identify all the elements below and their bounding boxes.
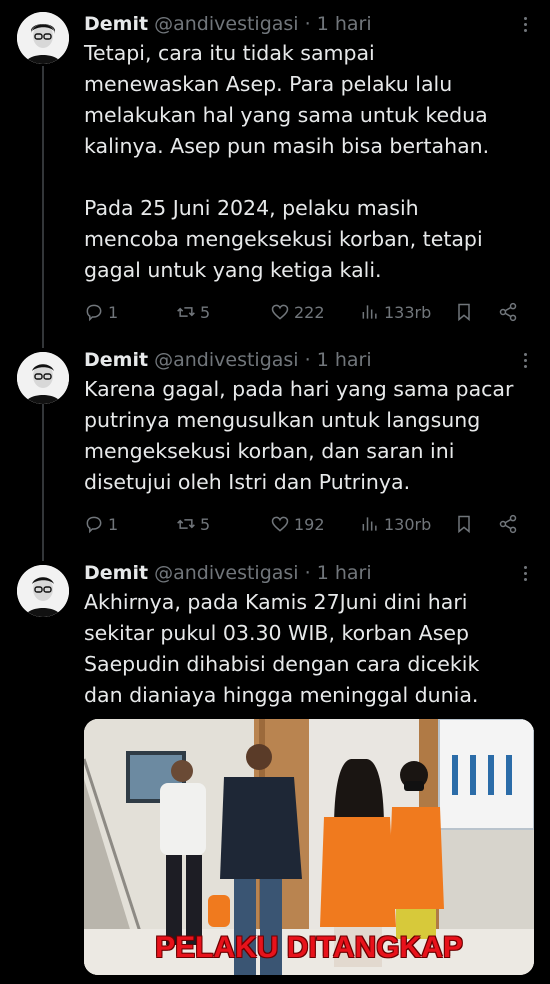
tweet-actions: 1 5 222 133rb — [84, 300, 524, 324]
avatar[interactable] — [17, 12, 69, 64]
retweet-button[interactable]: 5 — [176, 300, 210, 324]
more-icon[interactable] — [524, 566, 530, 584]
like-button[interactable]: 192 — [270, 512, 325, 536]
tweet-text: Tetapi, cara itu tidak sampai menewaskan… — [84, 41, 490, 282]
bookmark-icon — [458, 303, 470, 322]
tweet-time[interactable]: · 1 hari — [305, 562, 372, 584]
retweet-count: 5 — [200, 514, 211, 534]
avatar-image — [17, 12, 69, 64]
tweet-media-photo[interactable]: PELAKU DITANGKAP — [84, 719, 534, 975]
share-icon — [499, 302, 517, 322]
tweet-text: Karena gagal, pada hari yang sama pacar … — [84, 377, 514, 494]
like-icon — [271, 516, 289, 532]
like-button[interactable]: 222 — [270, 300, 325, 324]
tweet-text: Akhirnya, pada Kamis 27Juni dini hari se… — [84, 590, 480, 707]
avatar[interactable] — [17, 352, 69, 404]
author-name[interactable]: Demit — [84, 349, 148, 371]
reply-icon — [86, 516, 102, 534]
bookmark-button[interactable] — [454, 512, 474, 536]
avatar-image — [17, 565, 69, 617]
views-count: 130rb — [384, 514, 432, 534]
author-handle[interactable]: @andivestigasi — [154, 349, 298, 371]
author-name[interactable]: Demit — [84, 13, 148, 35]
tweet-header: Demit @andivestigasi · 1 hari — [84, 559, 372, 587]
more-icon[interactable] — [524, 17, 530, 35]
reply-count: 1 — [108, 514, 119, 534]
retweet-icon — [177, 519, 195, 529]
retweet-icon — [177, 307, 195, 317]
bookmark-button[interactable] — [454, 300, 474, 324]
tweet-header: Demit @andivestigasi · 1 hari — [84, 346, 372, 374]
reply-icon — [86, 304, 102, 322]
author-handle[interactable]: @andivestigasi — [154, 562, 298, 584]
tweet-time[interactable]: · 1 hari — [305, 349, 372, 371]
views-button[interactable]: 130rb — [360, 512, 431, 536]
reply-button[interactable]: 1 — [84, 512, 118, 536]
media-caption: PELAKU DITANGKAP — [155, 931, 463, 964]
views-count: 133rb — [384, 302, 432, 322]
tweet-header: Demit @andivestigasi · 1 hari — [84, 10, 372, 38]
retweet-button[interactable]: 5 — [176, 512, 210, 536]
bookmark-icon — [458, 515, 470, 534]
retweet-count: 5 — [200, 302, 211, 322]
share-button[interactable] — [498, 300, 518, 324]
like-count: 192 — [294, 514, 325, 534]
tweet-time[interactable]: · 1 hari — [305, 13, 372, 35]
views-icon — [362, 305, 377, 319]
share-button[interactable] — [498, 512, 518, 536]
thread-line — [42, 66, 44, 348]
like-icon — [271, 304, 289, 320]
views-button[interactable]: 133rb — [360, 300, 431, 324]
reply-button[interactable]: 1 — [84, 300, 118, 324]
tweet-actions: 1 5 192 130rb — [84, 512, 524, 536]
reply-count: 1 — [108, 302, 119, 322]
author-handle[interactable]: @andivestigasi — [154, 13, 298, 35]
avatar-image — [17, 352, 69, 404]
like-count: 222 — [294, 302, 325, 322]
views-icon — [362, 517, 377, 531]
share-icon — [499, 514, 517, 534]
author-name[interactable]: Demit — [84, 562, 148, 584]
thread-line — [42, 403, 44, 561]
avatar[interactable] — [17, 565, 69, 617]
more-icon[interactable] — [524, 353, 530, 371]
